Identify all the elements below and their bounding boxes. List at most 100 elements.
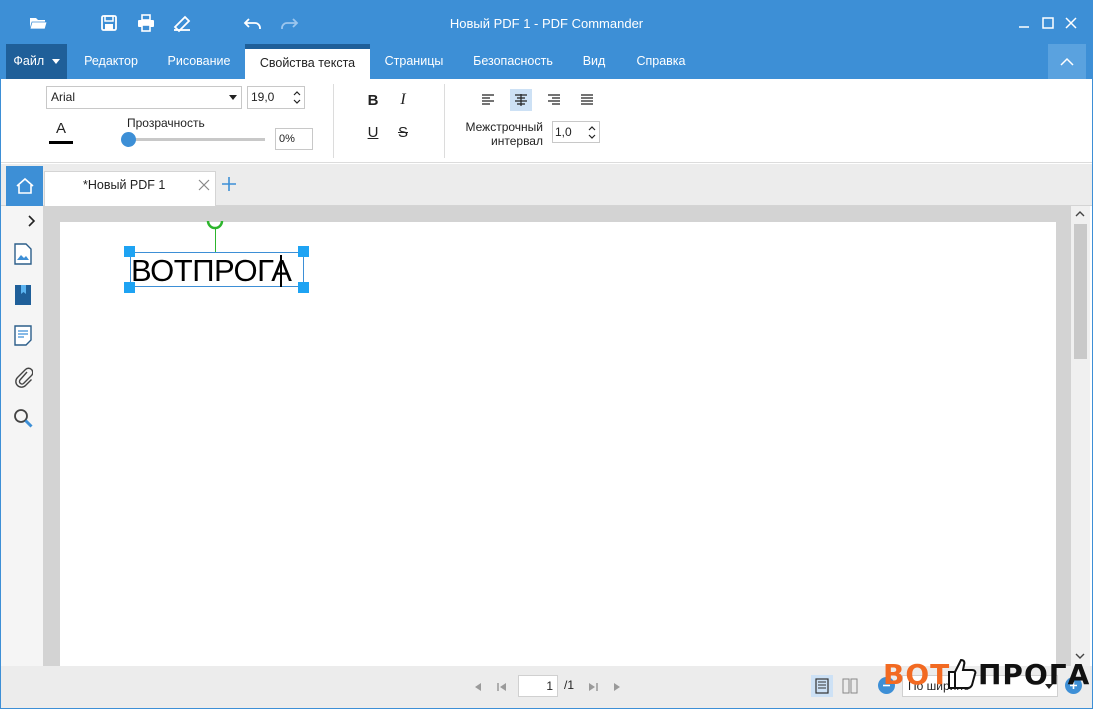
app-window: Новый PDF 1 - PDF Commander Файл Редакто… <box>0 0 1093 709</box>
single-page-icon <box>815 678 829 694</box>
page-number-input[interactable]: 1 <box>518 675 558 697</box>
opacity-input[interactable]: 0% <box>275 128 313 150</box>
align-justify-button[interactable] <box>576 89 598 111</box>
spinner-arrows-icon[interactable] <box>588 124 596 141</box>
search-button[interactable] <box>10 405 36 431</box>
add-tab-icon[interactable] <box>221 176 237 192</box>
caret-down-icon <box>229 95 237 100</box>
resize-handle-top-right[interactable] <box>298 246 309 257</box>
close-tab-icon[interactable] <box>198 179 210 191</box>
menu-bar: Файл Редактор Рисование Свойства текста … <box>1 44 1092 79</box>
align-center-icon <box>515 94 527 106</box>
line-spacing-label-line1: Межстрочный <box>465 120 543 134</box>
line-spacing-value: 1,0 <box>555 125 572 139</box>
bookmarks-button[interactable] <box>10 282 36 308</box>
search-icon <box>14 409 33 428</box>
text-box[interactable]: ВОТПРОГА <box>130 252 304 288</box>
first-page-icon <box>497 683 506 691</box>
paperclip-icon <box>15 367 33 388</box>
rotate-handle-icon[interactable] <box>205 219 225 233</box>
last-page-icon <box>589 683 598 691</box>
align-center-button[interactable] <box>510 89 532 111</box>
opacity-label: Прозрачность <box>127 116 205 130</box>
text-box-content[interactable]: ВОТПРОГА <box>131 253 292 288</box>
expand-sidebar-button[interactable] <box>23 208 41 234</box>
tab-pages[interactable]: Страницы <box>377 44 451 79</box>
single-page-view-button[interactable] <box>811 675 833 697</box>
document-tab-bar: *Новый PDF 1 <box>1 164 1092 206</box>
vertical-scrollbar[interactable] <box>1071 206 1090 666</box>
tab-drawing[interactable]: Рисование <box>157 44 241 79</box>
line-spacing-stepper[interactable]: 1,0 <box>552 121 600 143</box>
opacity-slider-handle[interactable] <box>121 132 136 147</box>
pdf-page[interactable] <box>60 222 1056 666</box>
text-properties-ribbon: Arial 19,0 A Прозрачность 0% B I U S Меж… <box>1 79 1092 163</box>
close-icon[interactable] <box>1060 13 1082 33</box>
scroll-up-icon[interactable] <box>1075 210 1085 218</box>
font-family-select[interactable]: Arial <box>46 86 242 109</box>
last-page-button[interactable] <box>582 677 604 697</box>
document-tab[interactable]: *Новый PDF 1 <box>44 171 216 206</box>
window-title: Новый PDF 1 - PDF Commander <box>449 16 644 31</box>
align-right-icon <box>548 94 560 105</box>
align-left-button[interactable] <box>477 89 499 111</box>
triangle-left-icon <box>475 683 481 691</box>
tab-view[interactable]: Вид <box>575 44 613 79</box>
tab-security[interactable]: Безопасность <box>463 44 563 79</box>
resize-handle-top-left[interactable] <box>124 246 135 257</box>
attachments-button[interactable] <box>10 364 36 390</box>
resize-handle-bottom-left[interactable] <box>124 282 135 293</box>
italic-button[interactable]: I <box>392 89 414 111</box>
tab-help[interactable]: Справка <box>627 44 695 79</box>
next-page-button[interactable] <box>606 677 628 697</box>
watermark-logo: ВОТ ПРОГА <box>881 656 1089 696</box>
chevron-up-icon <box>1060 57 1074 66</box>
notes-icon <box>14 325 32 346</box>
watermark-text-right: ПРОГА <box>978 658 1091 691</box>
spinner-arrows-icon[interactable] <box>293 89 301 106</box>
text-color-button[interactable]: A <box>49 120 73 144</box>
strikethrough-button[interactable]: S <box>392 121 414 143</box>
ribbon-divider <box>444 84 445 158</box>
bookmark-icon <box>15 285 31 305</box>
two-page-icon <box>842 678 858 694</box>
tab-text-properties[interactable]: Свойства текста <box>245 44 370 79</box>
home-icon <box>15 177 34 194</box>
two-page-view-button[interactable] <box>839 675 861 697</box>
bold-button[interactable]: B <box>362 89 384 111</box>
triangle-right-icon <box>614 683 620 691</box>
file-menu-button[interactable]: Файл <box>6 44 67 79</box>
home-button[interactable] <box>6 166 43 206</box>
opacity-slider-track[interactable] <box>127 138 265 141</box>
resize-handle-bottom-right[interactable] <box>298 282 309 293</box>
page-total: /1 <box>564 678 575 692</box>
collapse-ribbon-button[interactable] <box>1048 44 1086 79</box>
align-justify-icon <box>581 94 593 105</box>
page-thumbnail-icon <box>14 243 32 265</box>
annotations-button[interactable] <box>10 323 36 349</box>
tab-editor[interactable]: Редактор <box>73 44 149 79</box>
font-size-value: 19,0 <box>251 90 275 104</box>
prev-page-button[interactable] <box>467 677 489 697</box>
caret-down-icon <box>51 59 60 65</box>
ribbon-divider <box>333 84 334 158</box>
thumbs-up-icon <box>948 658 977 689</box>
minimize-icon[interactable] <box>1013 13 1035 33</box>
text-color-swatch <box>49 141 73 144</box>
font-size-stepper[interactable]: 19,0 <box>247 86 305 109</box>
maximize-icon[interactable] <box>1037 13 1059 33</box>
watermark-text-left: ВОТ <box>883 658 951 691</box>
thumbnails-button[interactable] <box>10 241 36 267</box>
underline-button[interactable]: U <box>362 121 384 143</box>
align-left-icon <box>482 94 494 105</box>
file-menu-label: Файл <box>13 54 45 68</box>
document-tab-label: *Новый PDF 1 <box>83 178 166 192</box>
align-right-button[interactable] <box>543 89 565 111</box>
scrollbar-thumb[interactable] <box>1074 224 1087 359</box>
font-family-value: Arial <box>51 90 76 104</box>
first-page-button[interactable] <box>491 677 513 697</box>
left-sidebar <box>1 206 43 666</box>
chevron-right-icon <box>28 215 36 227</box>
line-spacing-label: Межстрочный интервал <box>459 120 543 148</box>
line-spacing-label-line2: интервал <box>491 134 543 148</box>
